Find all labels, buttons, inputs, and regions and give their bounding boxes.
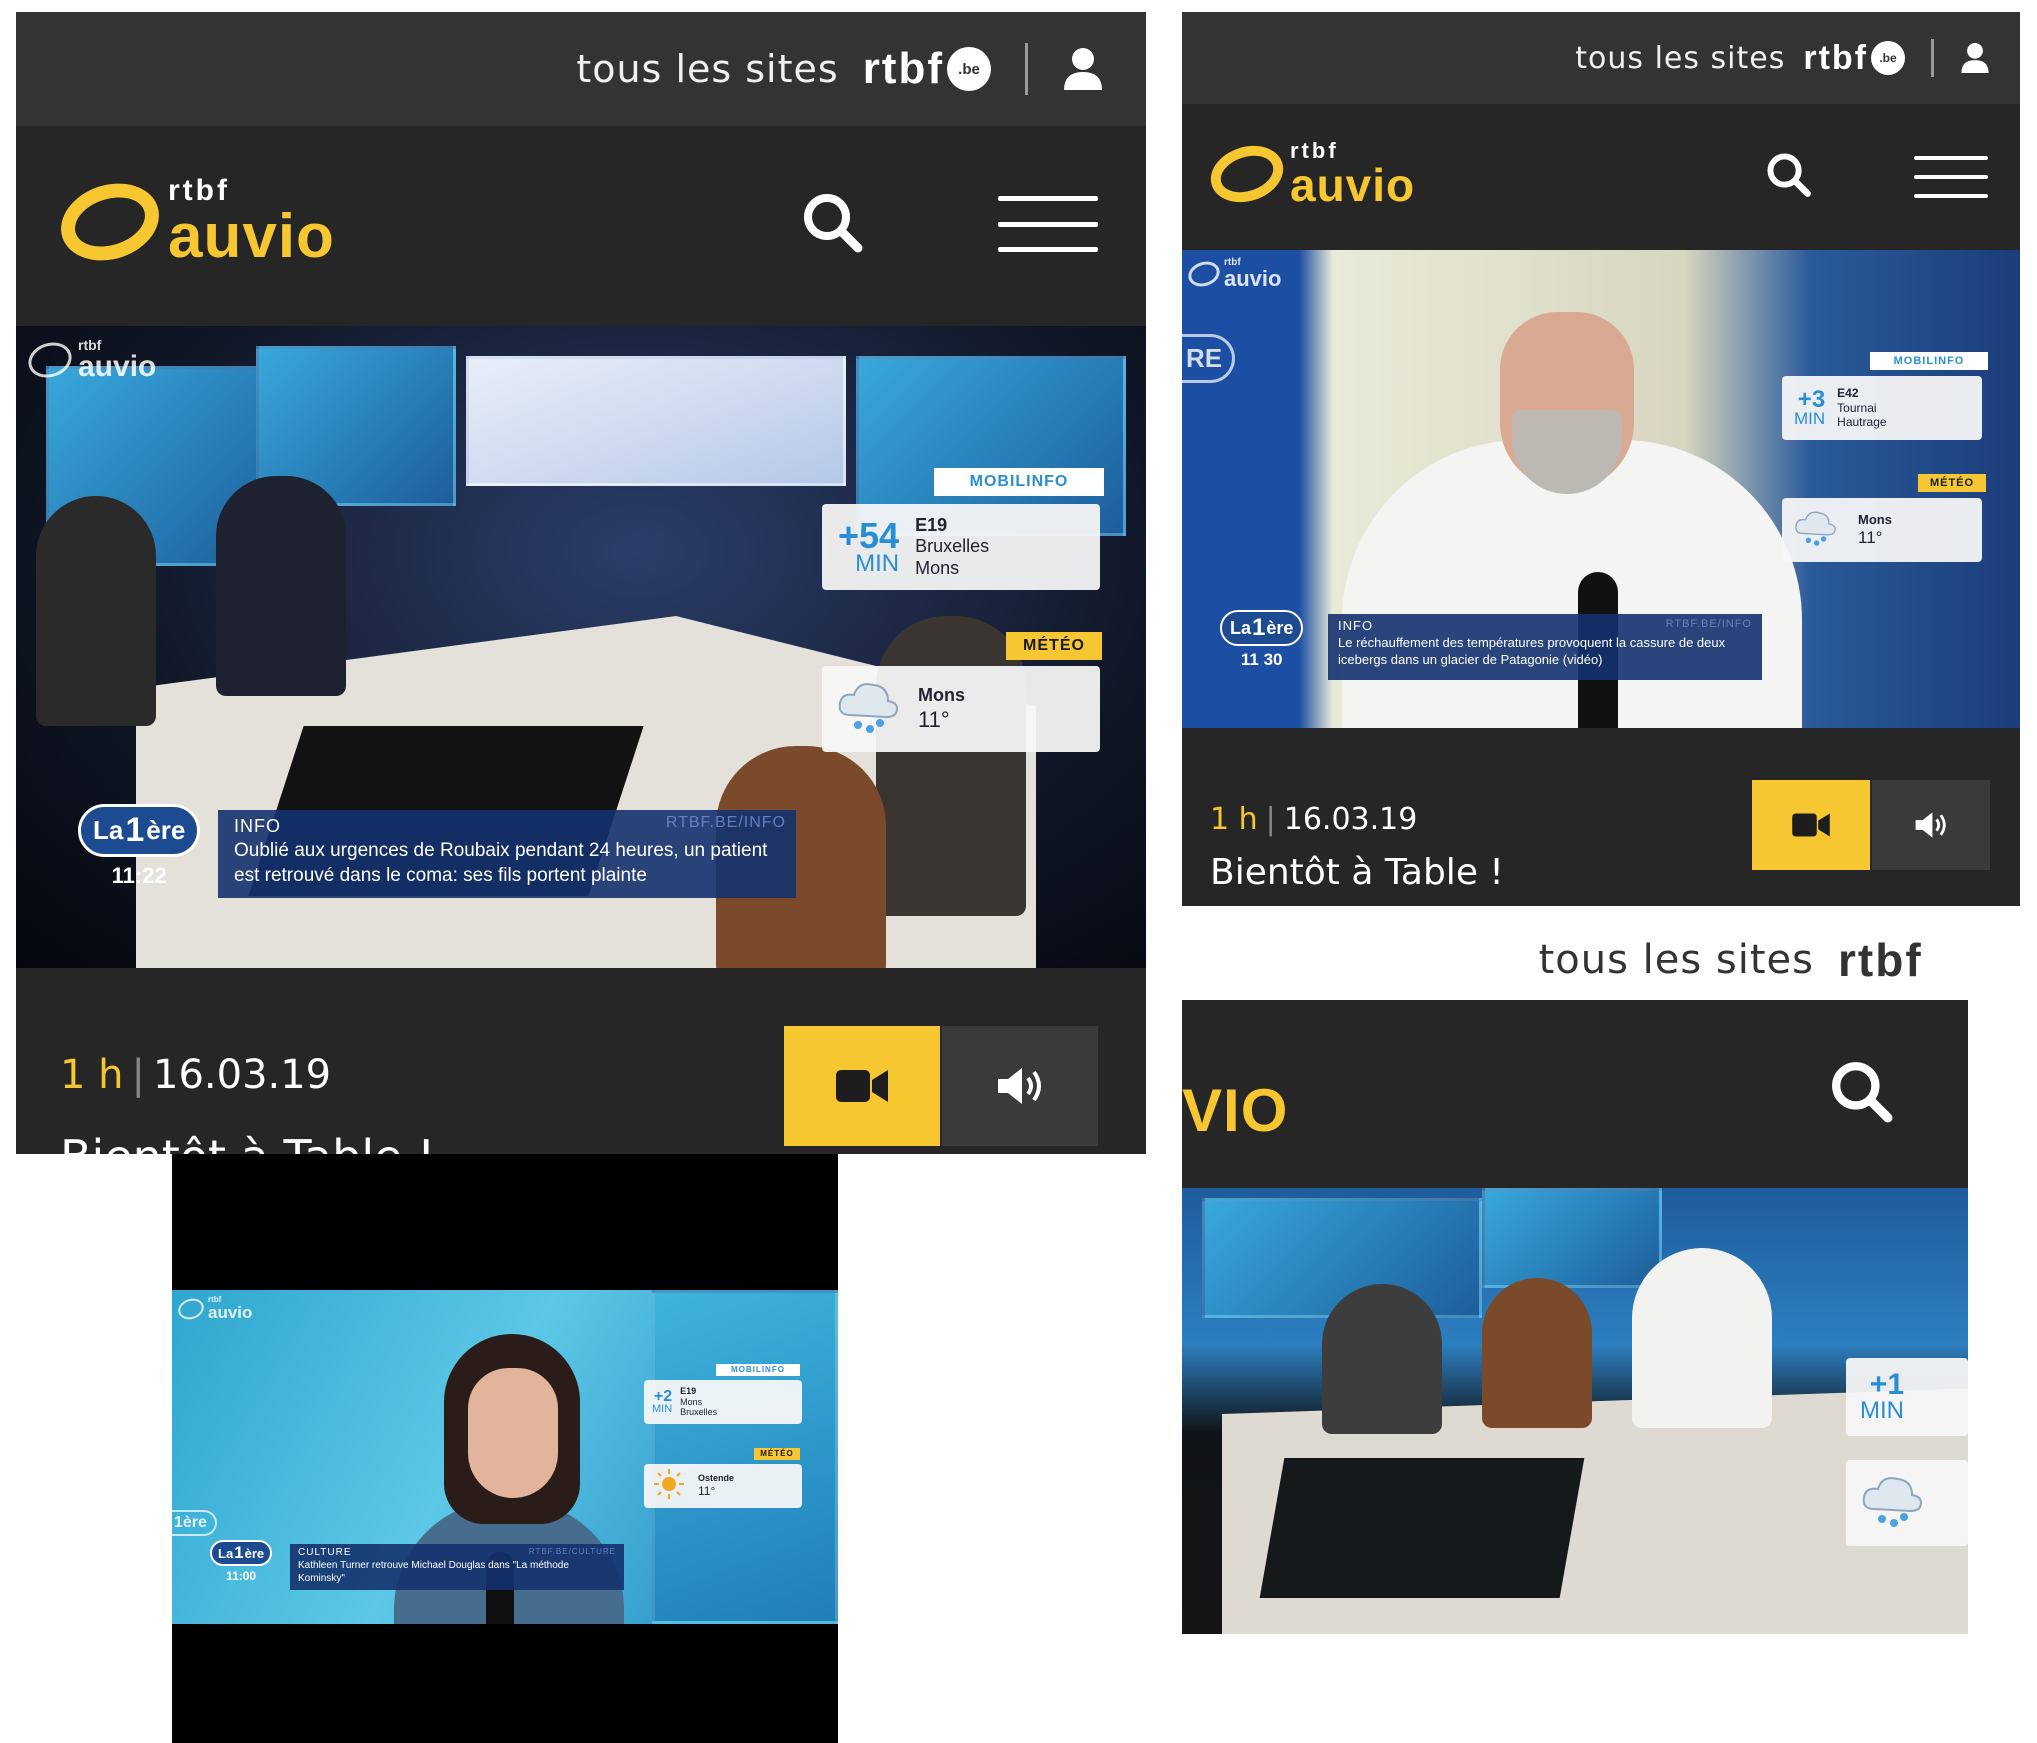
screenshot-panel-4: tous les sites rtbf VIO +1 MIN	[1182, 920, 1968, 1634]
auvio-watermark: rtbf auvio	[1185, 258, 1281, 291]
app-header: VIO	[1182, 1000, 1968, 1188]
auvio-watermark: rtbf auvio	[175, 1294, 252, 1323]
auvio-logo-ring	[51, 171, 169, 273]
news-ticker: INFO RTBF.BE/INFO Le réchauffement des t…	[1328, 614, 1762, 680]
speaker-icon	[1915, 812, 1946, 838]
menu-hamburger-icon[interactable]	[998, 196, 1098, 252]
traffic-card: +1 MIN	[1846, 1358, 1968, 1436]
rain-cloud-icon	[834, 677, 904, 741]
screenshot-panel-2: tous les sites rtbf .be rtbf auvio rtbf a…	[1182, 12, 2020, 906]
traffic-card: +54 MIN E19 Bruxelles Mons	[822, 504, 1100, 590]
audio-mode-button[interactable]	[942, 1026, 1098, 1146]
sun-icon	[652, 1467, 686, 1505]
program-meta: 1 h | 16.03.19	[1210, 802, 1418, 837]
meteo-tag: MÉTÉO	[1918, 474, 1986, 492]
rtbf-brand-logo[interactable]: rtbf .be	[863, 44, 991, 94]
side-screen-text: RE	[1182, 334, 1236, 383]
top-bar: tous les sites rtbf	[1182, 920, 1968, 1000]
auvio-watermark: rtbf auvio	[23, 337, 156, 383]
video-player[interactable]: rtbf auvio MOBILINFO +54 MIN E19 Bruxelles M…	[16, 326, 1146, 968]
user-account-icon[interactable]	[1960, 41, 1990, 75]
user-account-icon[interactable]	[1062, 46, 1104, 92]
rain-cloud-icon	[1858, 1471, 1928, 1535]
screenshot-panel-3: rtbf auvio 1ère MOBILINFO +2 MIN E19 Mons Br…	[172, 1154, 838, 1743]
program-title: Bientôt à Table !	[1210, 852, 1504, 893]
auvio-logo-text: VIO	[1182, 1077, 1289, 1144]
auvio-logo-text: auvio	[1290, 159, 1416, 211]
auvio-logo-ring	[1203, 136, 1291, 212]
weather-card: Mons 11°	[822, 666, 1100, 752]
weather-card	[1846, 1460, 1968, 1546]
search-icon[interactable]	[1766, 152, 1812, 202]
studio-guest	[1632, 1248, 1772, 1428]
news-ticker: INFO RTBF.BE/INFO Oublié aux urgences de…	[218, 810, 796, 898]
duration: 1 h	[1210, 802, 1258, 837]
side-screen-text: 1ère	[172, 1510, 217, 1536]
auvio-logo[interactable]: VIO	[1182, 1076, 1288, 1145]
program-title: Bientôt à Table !	[60, 1130, 435, 1154]
studio-guest	[1482, 1278, 1592, 1428]
separator	[1931, 39, 1934, 77]
broadcast-date: 16.03.19	[153, 1052, 332, 1098]
app-header: rtbf auvio	[16, 126, 1146, 326]
guest-woman-face	[468, 1368, 558, 1498]
separator	[1025, 43, 1028, 95]
auvio-logo[interactable]: rtbf auvio	[1203, 136, 1416, 212]
mobilinfo-tag: MOBILINFO	[716, 1364, 800, 1376]
la-premiere-channel-badge: La 1 ère 11:00	[210, 1540, 273, 1583]
video-player[interactable]: rtbf auvio 1ère MOBILINFO +2 MIN E19 Mons Br…	[172, 1290, 838, 1624]
meteo-tag: MÉTÉO	[754, 1448, 800, 1460]
audio-mode-button[interactable]	[1872, 780, 1990, 870]
all-sites-link[interactable]: tous les sites	[576, 47, 838, 91]
rain-cloud-icon	[1792, 507, 1840, 553]
studio-screen	[652, 1290, 838, 1624]
video-player[interactable]: rtbf auvio RE MOBILINFO +3 MIN E42 Tournai H…	[1182, 250, 2020, 728]
menu-hamburger-icon[interactable]	[1914, 156, 1988, 198]
studio-guest	[36, 496, 156, 726]
news-ticker: CULTURE RTBF.BE/CULTURE Kathleen Turner …	[290, 1544, 624, 1590]
mobilinfo-tag: MOBILINFO	[1870, 352, 1988, 370]
video-camera-icon	[1792, 813, 1830, 837]
video-player[interactable]: +1 MIN	[1182, 1188, 1968, 1634]
rtbf-brand-logo[interactable]: rtbf .be	[1803, 39, 1905, 78]
weather-card: Mons 11°	[1782, 498, 1982, 562]
weather-card: Ostende 11°	[644, 1464, 802, 1508]
traffic-card: +3 MIN E42 Tournai Hautrage	[1782, 376, 1982, 440]
video-mode-button[interactable]	[1752, 780, 1870, 870]
top-bar: tous les sites rtbf .be	[1182, 12, 2020, 104]
search-icon[interactable]	[802, 192, 864, 258]
mobilinfo-tag: MOBILINFO	[934, 468, 1104, 496]
studio-guest	[876, 616, 1026, 916]
speaker-icon	[998, 1068, 1041, 1104]
traffic-card: +2 MIN E19 Mons Bruxelles	[644, 1380, 802, 1424]
studio-screen	[1482, 1188, 1662, 1288]
auvio-logo[interactable]: rtbf auvio	[51, 171, 335, 273]
meteo-tag: MÉTÉO	[1006, 632, 1102, 660]
studio-guest	[1322, 1284, 1442, 1434]
screenshot-panel-1: tous les sites rtbf .be rtbf auvio rtbf …	[16, 12, 1146, 1154]
top-bar: tous les sites rtbf .be	[16, 12, 1146, 126]
la-premiere-channel-badge: La 1 ère 11 30	[1220, 610, 1304, 670]
app-header: rtbf auvio	[1182, 104, 2020, 250]
la-premiere-channel-badge: La 1 ère 11:22	[78, 804, 201, 889]
all-sites-link[interactable]: tous les sites	[1575, 41, 1785, 76]
auvio-logo-text: auvio	[168, 202, 335, 271]
studio-screen	[466, 356, 846, 486]
video-camera-icon	[836, 1070, 888, 1102]
studio-guest	[216, 476, 346, 696]
program-meta: 1 h | 16.03.19	[60, 1052, 332, 1098]
duration: 1 h	[60, 1052, 124, 1098]
broadcast-date: 16.03.19	[1283, 802, 1418, 837]
rtbf-brand-logo[interactable]: rtbf	[1838, 933, 1968, 987]
studio-desk-screen	[1259, 1458, 1585, 1598]
all-sites-link[interactable]: tous les sites	[1539, 937, 1814, 983]
video-mode-button[interactable]	[784, 1026, 940, 1146]
search-icon[interactable]	[1830, 1060, 1894, 1128]
